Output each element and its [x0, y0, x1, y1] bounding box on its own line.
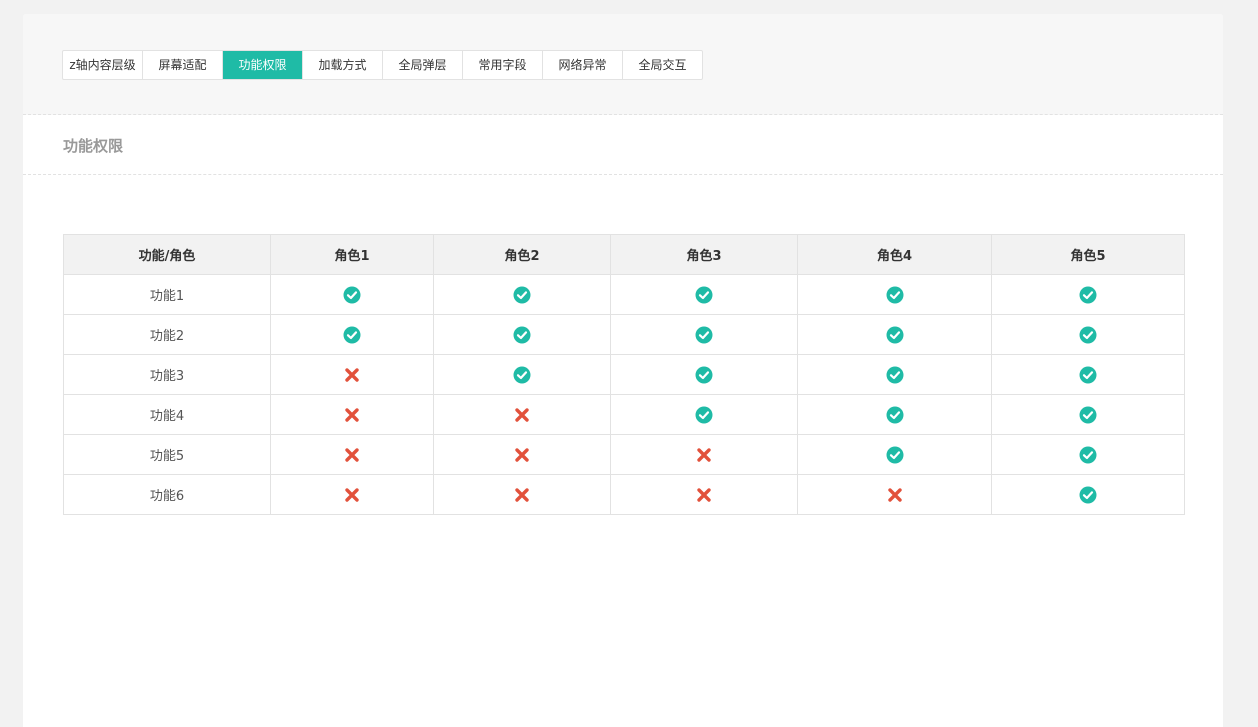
check-circle-icon	[886, 446, 904, 464]
permission-cell	[991, 394, 1185, 435]
check-circle-icon	[1079, 366, 1097, 384]
check-circle-icon	[513, 366, 531, 384]
permission-cell	[270, 394, 434, 435]
permission-cell	[270, 314, 434, 355]
tab-1[interactable]: z轴内容层级	[63, 51, 142, 79]
cross-icon	[343, 406, 361, 424]
tab-3[interactable]: 功能权限	[222, 51, 302, 79]
feature-label: 功能6	[63, 474, 271, 515]
check-circle-icon	[886, 326, 904, 344]
permission-cell	[270, 474, 434, 515]
permission-cell	[433, 314, 611, 355]
main-card: z轴内容层级 屏幕适配 功能权限 加载方式 全局弹层 常用字段 网络异常 全局交互 功能权限 …	[23, 14, 1223, 727]
check-circle-icon	[886, 366, 904, 384]
permission-cell	[433, 354, 611, 395]
table-body: 功能1 功能2 功能3 功能4 功能5 功能6	[63, 274, 1185, 515]
column-header-role-1: 角色1	[270, 234, 434, 275]
permission-cell	[991, 314, 1185, 355]
permission-cell	[797, 354, 992, 395]
check-circle-icon	[343, 326, 361, 344]
check-circle-icon	[886, 286, 904, 304]
column-header-role-3: 角色3	[610, 234, 798, 275]
check-circle-icon	[695, 366, 713, 384]
cross-icon	[513, 406, 531, 424]
check-circle-icon	[1079, 406, 1097, 424]
feature-label: 功能1	[63, 274, 271, 315]
column-header-role-2: 角色2	[433, 234, 611, 275]
table-row: 功能6	[63, 474, 1185, 515]
check-circle-icon	[1079, 446, 1097, 464]
cross-icon	[343, 366, 361, 384]
check-circle-icon	[513, 326, 531, 344]
column-header-role-5: 角色5	[991, 234, 1185, 275]
check-circle-icon	[886, 406, 904, 424]
page-title: 功能权限	[63, 137, 124, 155]
permission-cell	[991, 354, 1185, 395]
tab-bar: z轴内容层级 屏幕适配 功能权限 加载方式 全局弹层 常用字段 网络异常 全局交互	[62, 50, 703, 80]
cross-icon	[513, 446, 531, 464]
permission-cell	[991, 274, 1185, 315]
cross-icon	[886, 486, 904, 504]
permission-cell	[433, 394, 611, 435]
table-row: 功能4	[63, 394, 1185, 435]
permission-cell	[991, 434, 1185, 475]
permission-cell	[433, 434, 611, 475]
tab-6[interactable]: 常用字段	[462, 51, 542, 79]
permission-cell	[797, 274, 992, 315]
feature-label: 功能5	[63, 434, 271, 475]
permission-cell	[797, 474, 992, 515]
section-header: 功能权限	[23, 115, 1223, 175]
cross-icon	[343, 446, 361, 464]
table-row: 功能5	[63, 434, 1185, 475]
check-circle-icon	[513, 286, 531, 304]
table-row: 功能1	[63, 274, 1185, 315]
tab-5[interactable]: 全局弹层	[382, 51, 462, 79]
check-circle-icon	[1079, 326, 1097, 344]
check-circle-icon	[1079, 286, 1097, 304]
column-header-role-4: 角色4	[797, 234, 992, 275]
permission-cell	[433, 474, 611, 515]
cross-icon	[343, 486, 361, 504]
permission-cell	[610, 394, 798, 435]
permission-cell	[610, 434, 798, 475]
permission-cell	[610, 474, 798, 515]
top-toolbar: z轴内容层级 屏幕适配 功能权限 加载方式 全局弹层 常用字段 网络异常 全局交互	[23, 14, 1223, 115]
tab-7[interactable]: 网络异常	[542, 51, 622, 79]
permission-cell	[797, 314, 992, 355]
permission-cell	[991, 474, 1185, 515]
permission-cell	[797, 394, 992, 435]
table-row: 功能2	[63, 314, 1185, 355]
tab-4[interactable]: 加载方式	[302, 51, 382, 79]
feature-label: 功能3	[63, 354, 271, 395]
table-row: 功能3	[63, 354, 1185, 395]
check-circle-icon	[695, 286, 713, 304]
feature-label: 功能2	[63, 314, 271, 355]
permission-cell	[610, 314, 798, 355]
permission-cell	[610, 354, 798, 395]
tab-2[interactable]: 屏幕适配	[142, 51, 222, 79]
check-circle-icon	[343, 286, 361, 304]
table-header-row: 功能/角色 角色1 角色2 角色3 角色4 角色5	[63, 234, 1185, 275]
cross-icon	[695, 486, 713, 504]
permission-cell	[797, 434, 992, 475]
permission-cell	[270, 354, 434, 395]
check-circle-icon	[695, 406, 713, 424]
permission-table: 功能/角色 角色1 角色2 角色3 角色4 角色5 功能1 功能2 功能3 功能4 功能5 功能6	[63, 234, 1185, 515]
permission-cell	[270, 274, 434, 315]
check-circle-icon	[695, 326, 713, 344]
column-header-feature-role: 功能/角色	[63, 234, 271, 275]
permission-cell	[433, 274, 611, 315]
cross-icon	[695, 446, 713, 464]
feature-label: 功能4	[63, 394, 271, 435]
tab-8[interactable]: 全局交互	[622, 51, 702, 79]
check-circle-icon	[1079, 486, 1097, 504]
cross-icon	[513, 486, 531, 504]
permission-cell	[610, 274, 798, 315]
permission-cell	[270, 434, 434, 475]
